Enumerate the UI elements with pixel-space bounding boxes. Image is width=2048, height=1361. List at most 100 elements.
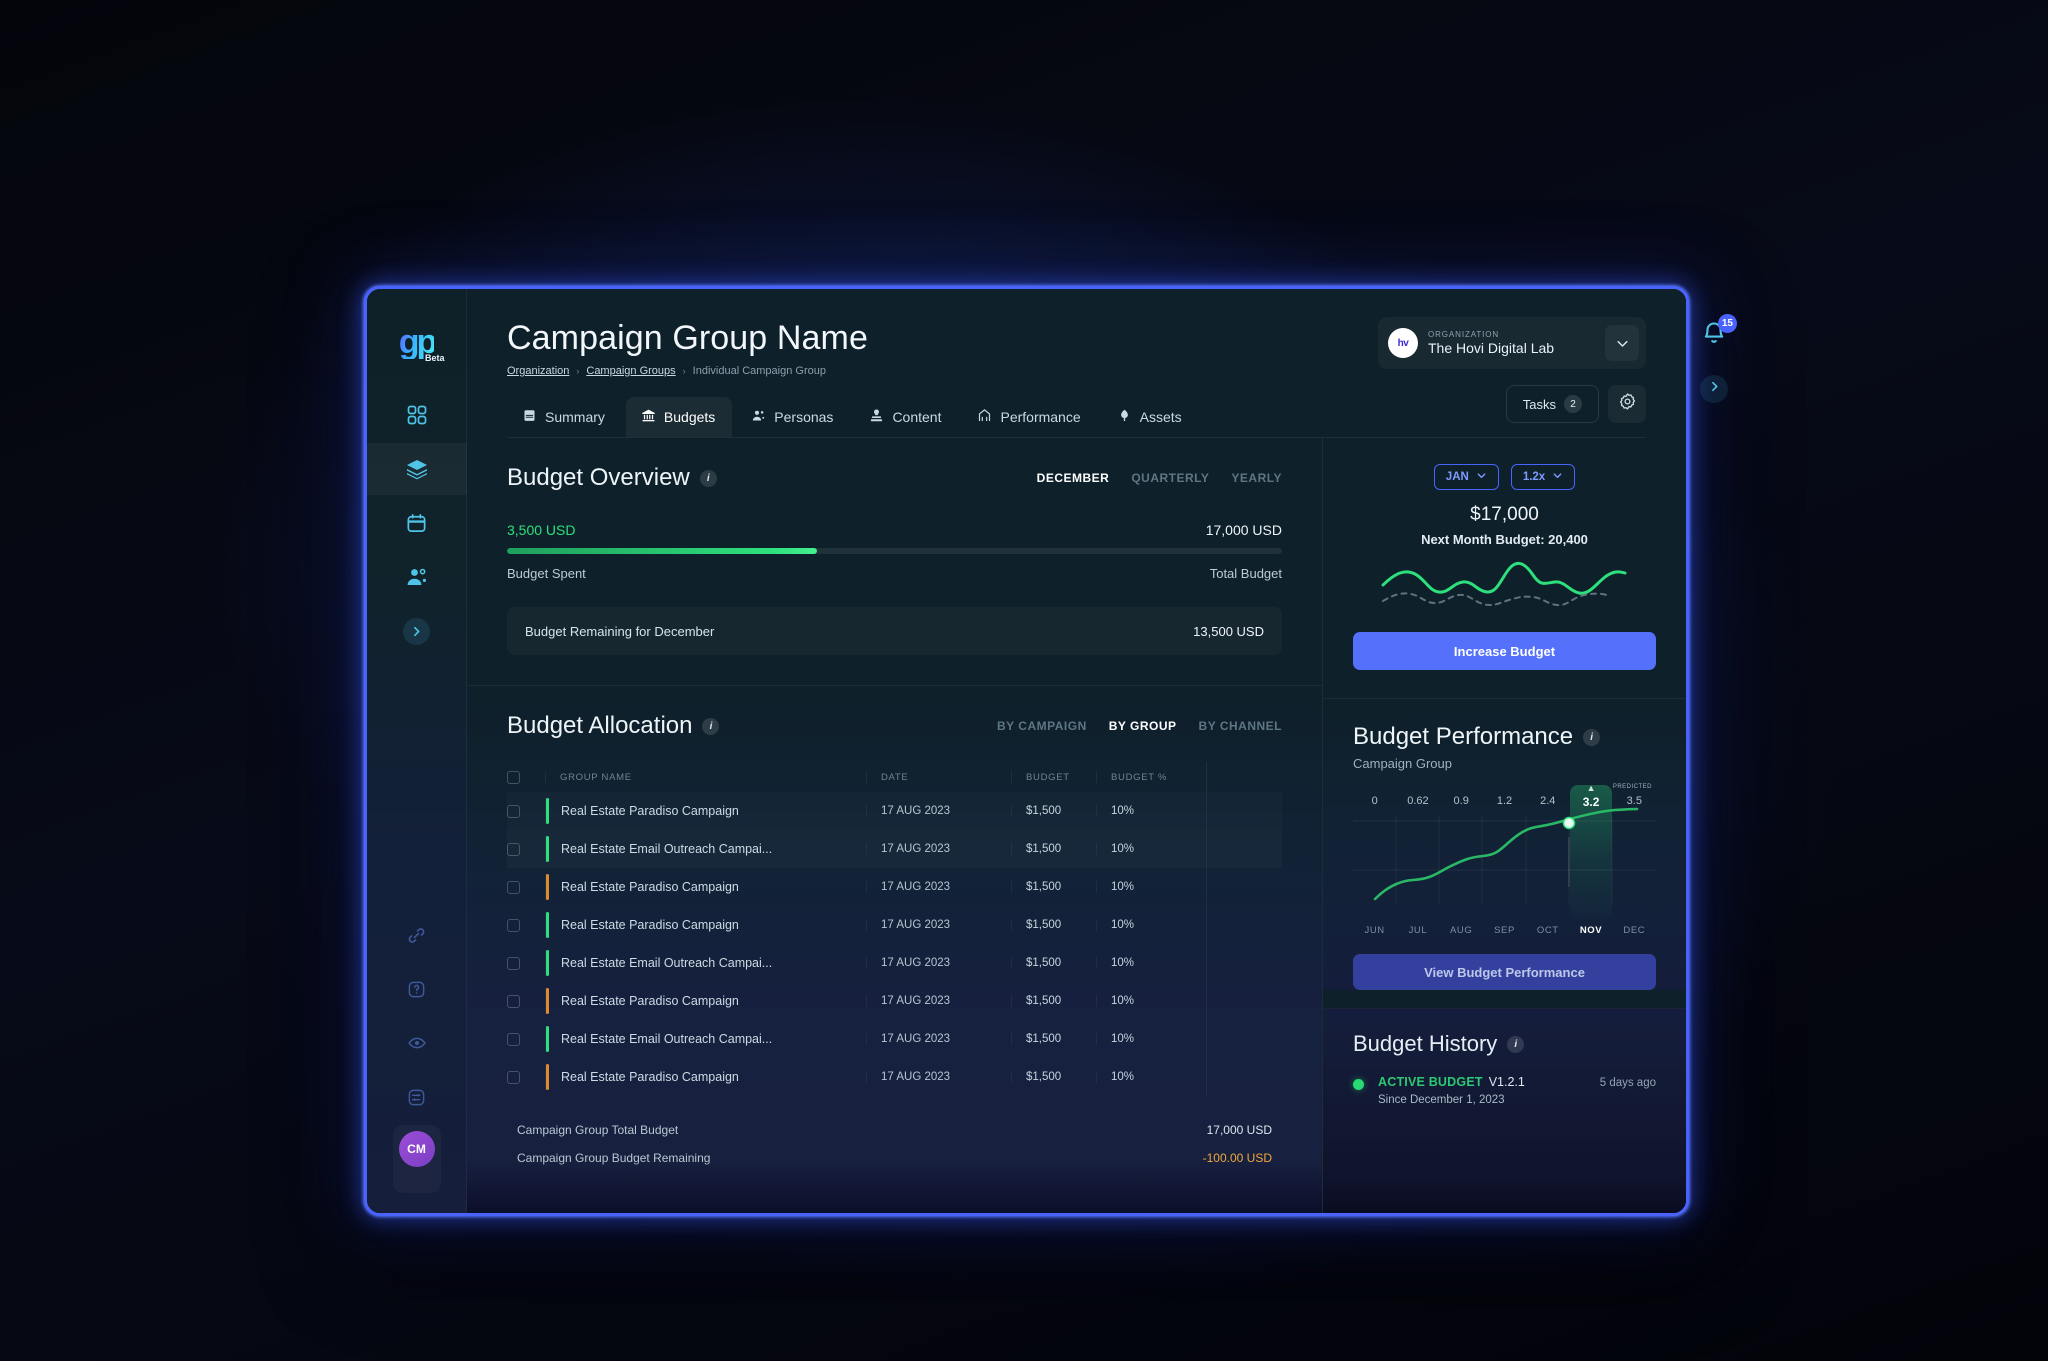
month-dropdown-value: JAN (1445, 471, 1469, 483)
row-checkbox[interactable] (507, 842, 520, 856)
row-group-name[interactable]: Real Estate Paradiso Campaign (561, 1070, 739, 1084)
tab-content-label: Content (892, 409, 942, 425)
row-budget: $1,500 (1011, 957, 1096, 969)
settings-button[interactable] (1608, 385, 1646, 423)
row-checkbox[interactable] (507, 994, 520, 1008)
row-group-name[interactable]: Real Estate Email Outreach Campai... (561, 956, 772, 970)
total-budget-label: Campaign Group Total Budget (517, 1123, 679, 1137)
table-row[interactable]: Real Estate Paradiso Campaign 17 AUG 202… (507, 982, 1282, 1020)
table-row[interactable]: Real Estate Paradiso Campaign 17 AUG 202… (507, 906, 1282, 944)
table-header-row: GROUP NAME DATE BUDGET BUDGET % (507, 762, 1282, 792)
calendar-icon (405, 512, 428, 535)
row-group-name[interactable]: Real Estate Paradiso Campaign (561, 804, 739, 818)
table-row[interactable]: Real Estate Email Outreach Campai... 17 … (507, 1020, 1282, 1058)
info-icon[interactable]: i (702, 717, 720, 735)
table-row[interactable]: Real Estate Email Outreach Campai... 17 … (507, 830, 1282, 868)
info-icon[interactable]: i (1583, 728, 1601, 746)
avatar[interactable]: CM (398, 1131, 435, 1167)
notification-count-badge: 15 (1717, 314, 1737, 333)
segment-december[interactable]: DECEMBER (1037, 471, 1110, 485)
tab-personas[interactable]: Personas (736, 397, 850, 437)
segment-yearly[interactable]: YEARLY (1231, 471, 1282, 485)
row-checkbox[interactable] (507, 918, 520, 932)
sidebar-item-expand[interactable] (367, 605, 467, 657)
row-checkbox[interactable] (507, 956, 520, 970)
increase-budget-button[interactable]: Increase Budget (1353, 632, 1656, 670)
chart-value-oct: 2.4 (1540, 795, 1556, 807)
pen-icon (869, 408, 884, 426)
history-item[interactable]: ACTIVE BUDGET V1.2.1 5 days ago Since De… (1353, 1075, 1656, 1106)
tasks-button[interactable]: Tasks 2 (1505, 385, 1599, 423)
user-avatar-shell[interactable]: CM (393, 1125, 441, 1193)
tab-summary[interactable]: Summary (507, 397, 622, 437)
sidebar-item-dashboard[interactable] (367, 389, 467, 441)
total-remaining-label: Campaign Group Budget Remaining (517, 1151, 711, 1165)
organization-selector[interactable]: hv ORGANIZATION The Hovi Digital Lab (1378, 317, 1646, 369)
table-row[interactable]: Real Estate Paradiso Campaign 17 AUG 202… (507, 868, 1282, 906)
segment-by-group[interactable]: BY GROUP (1109, 719, 1177, 733)
chevron-down-icon[interactable] (1605, 325, 1639, 361)
row-checkbox[interactable] (507, 1070, 520, 1084)
history-timestamp: 5 days ago (1599, 1077, 1656, 1089)
tab-content[interactable]: Content (854, 397, 958, 437)
sidebar-item-campaign-groups[interactable] (367, 443, 467, 495)
total-budget-label: Total Budget (1209, 566, 1282, 581)
book-icon (522, 408, 537, 426)
breadcrumb-campaign-groups[interactable]: Campaign Groups (586, 365, 675, 377)
row-date: 17 AUG 2023 (866, 919, 1011, 931)
row-group-name[interactable]: Real Estate Paradiso Campaign (561, 918, 739, 932)
screen-background: gp Beta CM Campaign Group Name Organizat… (0, 0, 2048, 1361)
row-checkbox[interactable] (507, 804, 520, 818)
row-accent-bar (546, 988, 549, 1014)
segment-by-channel[interactable]: BY CHANNEL (1199, 719, 1282, 733)
chart-value-sep: 1.2 (1496, 795, 1513, 807)
table-row[interactable]: Real Estate Email Outreach Campai... 17 … (507, 944, 1282, 982)
row-checkbox[interactable] (507, 1032, 520, 1046)
row-budget: $1,500 (1011, 843, 1096, 855)
sidebar-item-preview[interactable] (367, 1017, 467, 1069)
chart-value-nov: 3.2 (1582, 795, 1600, 809)
header-actions: Tasks 2 (1505, 385, 1646, 423)
allocation-group-segments: BY CAMPAIGN BY GROUP BY CHANNEL (997, 719, 1282, 733)
info-icon[interactable]: i (1507, 1035, 1525, 1053)
select-all-checkbox[interactable] (507, 770, 520, 784)
row-group-name[interactable]: Real Estate Email Outreach Campai... (561, 842, 772, 856)
tab-performance[interactable]: Performance (962, 397, 1097, 437)
breadcrumb-organization[interactable]: Organization (507, 365, 569, 377)
total-remaining-value: -100.00 USD (1202, 1151, 1272, 1165)
sidebar-item-integrations[interactable] (367, 909, 467, 961)
app-logo[interactable]: gp Beta (391, 313, 445, 363)
table-row[interactable]: Real Estate Paradiso Campaign 17 AUG 202… (507, 1058, 1282, 1096)
budget-overview-header: Budget Overview i DECEMBER QUARTERLY YEA… (507, 464, 1282, 492)
view-budget-performance-button[interactable]: View Budget Performance (1353, 954, 1656, 990)
chart-value-dec: 3.5 (1626, 795, 1642, 807)
row-group-name[interactable]: Real Estate Email Outreach Campai... (561, 1032, 772, 1046)
sidebar-item-calendar[interactable] (367, 497, 467, 549)
row-date: 17 AUG 2023 (866, 881, 1011, 893)
sidebar-item-help[interactable] (367, 963, 467, 1015)
sidebar-item-audiences[interactable] (367, 551, 467, 603)
table-row[interactable]: Real Estate Paradiso Campaign 17 AUG 202… (507, 792, 1282, 830)
expand-panel-button[interactable] (1700, 375, 1728, 403)
logo-beta-badge: Beta (424, 353, 445, 363)
chevron-right-icon (403, 617, 430, 645)
info-icon[interactable]: i (699, 469, 717, 487)
tab-budgets[interactable]: Budgets (625, 397, 733, 437)
tab-assets[interactable]: Assets (1102, 397, 1199, 437)
breadcrumb-separator-2: › (682, 366, 686, 376)
multiplier-dropdown[interactable]: 1.2x (1510, 464, 1576, 490)
total-budget-amount: 17,000 USD (1205, 522, 1282, 538)
notifications-button[interactable]: 15 (1700, 314, 1737, 353)
select-all-cell[interactable] (507, 770, 545, 784)
row-group-name[interactable]: Real Estate Paradiso Campaign (561, 880, 739, 894)
next-month-budget: Next Month Budget: 20,400 (1421, 532, 1588, 547)
layers-icon (405, 457, 429, 481)
row-checkbox[interactable] (507, 880, 520, 894)
segment-by-campaign[interactable]: BY CAMPAIGN (997, 719, 1087, 733)
column-budget: BUDGET (1026, 772, 1070, 783)
segment-quarterly[interactable]: QUARTERLY (1131, 471, 1209, 485)
month-dropdown[interactable]: JAN (1433, 464, 1499, 490)
sidebar-item-settings[interactable] (367, 1071, 467, 1123)
row-group-name[interactable]: Real Estate Paradiso Campaign (561, 994, 739, 1008)
row-budget-pct: 10% (1096, 805, 1206, 817)
